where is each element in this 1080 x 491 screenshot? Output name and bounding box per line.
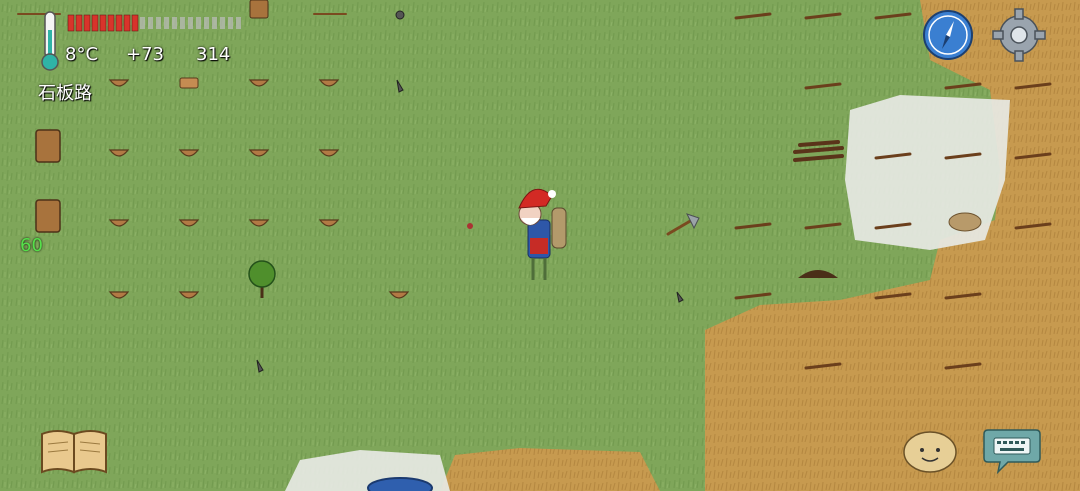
clay-plates[interactable] — [179, 77, 199, 89]
basket-top[interactable] — [249, 0, 269, 19]
game-world[interactable] — [0, 0, 1080, 491]
desert-patch — [440, 448, 660, 491]
berry-item[interactable] — [467, 223, 473, 229]
basket[interactable] — [35, 199, 61, 233]
basket[interactable] — [35, 129, 61, 163]
straw-bundle[interactable] — [948, 212, 982, 232]
thermometer-icon — [41, 11, 59, 71]
keyboard-icon[interactable] — [982, 426, 1042, 476]
age-readout: 60 — [20, 235, 43, 256]
compass-icon[interactable] — [921, 8, 975, 62]
hunger-bar — [67, 14, 241, 32]
snow-patch — [845, 95, 1010, 250]
yum-bonus-readout: +73 — [126, 44, 164, 65]
gear-icon[interactable] — [990, 6, 1048, 64]
water-pond[interactable] — [367, 477, 433, 491]
score-readout: 314 — [196, 44, 231, 65]
temperature-readout: 8°C — [65, 44, 99, 65]
biome-label: 石板路 — [38, 83, 92, 104]
face-icon[interactable] — [902, 430, 958, 474]
book-icon[interactable] — [40, 428, 108, 474]
